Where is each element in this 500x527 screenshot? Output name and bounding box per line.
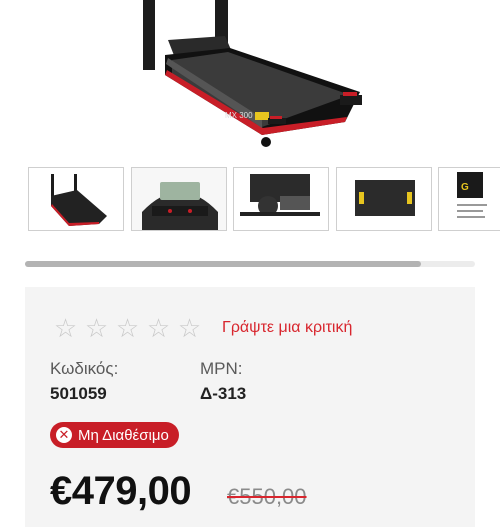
- availability-text: Μη Διαθέσιμο: [78, 426, 169, 444]
- thumbnail-4[interactable]: [336, 167, 432, 231]
- star-icon[interactable]: ☆: [115, 315, 140, 341]
- product-main-image[interactable]: MX 300: [0, 0, 500, 160]
- gallery-scrollbar-thumb[interactable]: [25, 261, 421, 267]
- star-icon[interactable]: ☆: [177, 315, 202, 341]
- code-value: 501059: [50, 384, 107, 403]
- star-icon[interactable]: ☆: [146, 315, 171, 341]
- price: €479,00: [50, 469, 192, 513]
- product-info-panel: ☆ ☆ ☆ ☆ ☆ Γράψτε μια κριτική Κωδικός: 50…: [25, 287, 475, 527]
- code-label: Κωδικός:: [50, 359, 119, 378]
- availability-badge: ✕ Μη Διαθέσιμο: [50, 422, 179, 448]
- rating-stars[interactable]: ☆ ☆ ☆ ☆ ☆: [53, 315, 202, 341]
- treadmill-thumbnail-image: [51, 174, 107, 226]
- treadmill-image: MX 300: [143, 0, 362, 147]
- brochure-thumbnail-image: G: [439, 168, 500, 230]
- mpn-label: MPN:: [200, 359, 243, 378]
- write-review-link[interactable]: Γράψτε μια κριτική: [222, 319, 352, 337]
- svg-text:G: G: [461, 182, 469, 193]
- mpn-value: Δ-313: [200, 384, 247, 403]
- thumbnail-2[interactable]: [131, 167, 227, 231]
- close-circle-icon: ✕: [56, 427, 72, 443]
- motor-thumbnail-image: [234, 168, 328, 230]
- deck-thumbnail-image: [337, 168, 431, 230]
- star-icon[interactable]: ☆: [84, 315, 109, 341]
- thumbnail-3[interactable]: [233, 167, 329, 231]
- svg-text:MX 300: MX 300: [225, 111, 253, 120]
- old-price: €550,00: [227, 484, 307, 509]
- thumbnail-5[interactable]: G: [438, 167, 500, 231]
- console-thumbnail-image: [132, 168, 226, 230]
- thumbnail-1[interactable]: [28, 167, 124, 231]
- gallery-scrollbar[interactable]: [25, 261, 475, 267]
- thumbnail-strip[interactable]: G: [0, 167, 500, 233]
- star-icon[interactable]: ☆: [53, 315, 78, 341]
